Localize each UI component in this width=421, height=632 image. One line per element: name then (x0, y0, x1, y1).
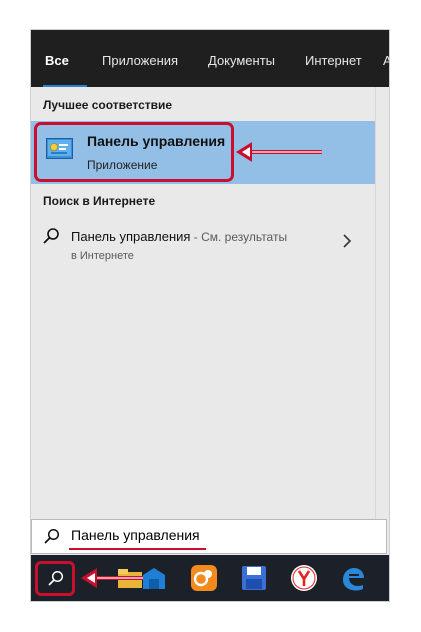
scrollbar[interactable] (375, 87, 389, 519)
tab-apps[interactable]: Приложения (102, 30, 178, 87)
taskbar-search-button[interactable] (35, 561, 75, 596)
web-result-hint: - См. результаты (190, 230, 288, 244)
search-icon (48, 570, 64, 586)
chevron-right-icon (343, 234, 352, 248)
taskbar (31, 555, 389, 601)
search-box[interactable]: Панель управления (31, 519, 387, 554)
uc-browser-icon[interactable] (188, 562, 220, 594)
edge-icon[interactable] (337, 562, 369, 594)
save-app-icon[interactable] (238, 562, 270, 594)
store-icon[interactable] (138, 562, 170, 594)
annotation-arrow-result (236, 142, 322, 162)
annotation-highlight-box (34, 122, 234, 182)
web-search-heading: Поиск в Интернете (43, 194, 156, 208)
tab-documents[interactable]: Документы (208, 30, 275, 87)
start-search-panel: Все Приложения Документы Интернет А Лучш… (31, 30, 389, 601)
web-result-query: Панель управления (71, 229, 191, 244)
search-icon (44, 528, 60, 544)
web-search-result[interactable]: Панель управления - См. результаты в Инт… (31, 218, 375, 268)
annotation-underline (69, 548, 206, 550)
search-input[interactable]: Панель управления (71, 527, 200, 543)
web-result-text: Панель управления - См. результаты (71, 229, 287, 244)
tab-all[interactable]: Все (45, 30, 69, 87)
best-match-heading: Лучшее соответствие (43, 98, 173, 112)
tab-web[interactable]: Интернет (305, 30, 362, 87)
web-result-subtext: в Интернете (71, 250, 134, 262)
search-icon (43, 228, 59, 244)
tab-more[interactable]: А (383, 30, 389, 87)
search-tabs: Все Приложения Документы Интернет А (31, 30, 389, 87)
active-tab-indicator (43, 85, 87, 87)
yandex-browser-icon[interactable] (288, 562, 320, 594)
